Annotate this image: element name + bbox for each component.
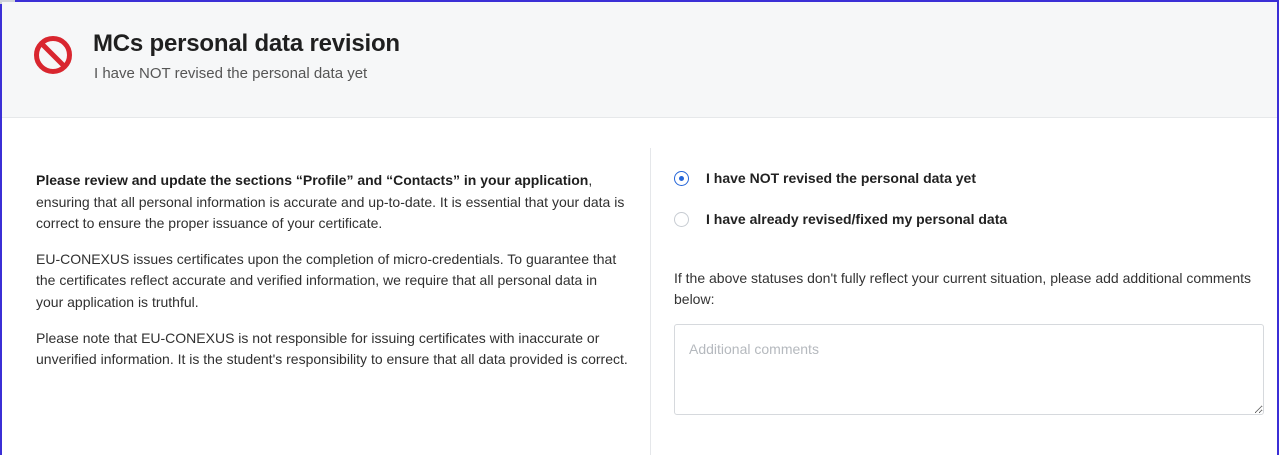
instructions-bold-text: Please review and update the sections “P… [36, 172, 589, 188]
instructions-paragraph-3: Please note that EU-CONEXUS is not respo… [36, 329, 628, 368]
status-option-not-revised[interactable]: I have NOT revised the personal data yet [674, 170, 976, 186]
comments-helper-text: If the above statuses don't fully reflec… [674, 270, 1251, 307]
status-option-label: I have already revised/fixed my personal… [706, 211, 1008, 227]
page-title: MCs personal data revision [93, 30, 400, 57]
status-subtitle: I have NOT revised the personal data yet [94, 65, 368, 82]
radio-button[interactable] [674, 211, 689, 227]
status-option-revised[interactable]: I have already revised/fixed my personal… [674, 211, 1007, 227]
panel-header: MCs personal data revision I have NOT re… [2, 2, 1277, 118]
prohibited-icon [34, 36, 72, 74]
instructions-paragraph-2: EU-CONEXUS issues certificates upon the … [36, 250, 617, 310]
instructions-paragraph-1: Please review and update the sections “P… [36, 170, 628, 235]
additional-comments-field[interactable] [674, 324, 1264, 415]
column-divider [650, 148, 651, 455]
radio-button-checked[interactable] [674, 170, 689, 186]
instructions: Please review and update the sections “P… [36, 170, 628, 385]
status-option-label: I have NOT revised the personal data yet [706, 170, 976, 186]
